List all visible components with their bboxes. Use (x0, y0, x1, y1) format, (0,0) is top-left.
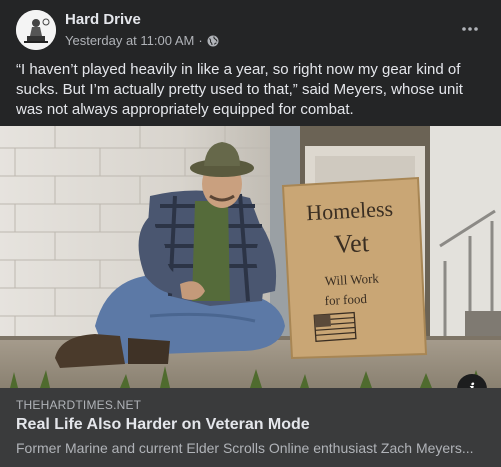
post-timestamp[interactable]: Yesterday at 11:00 AM (65, 33, 194, 48)
link-preview[interactable]: THEHARDTIMES.NET Real Life Also Harder o… (0, 388, 501, 467)
sign-text-vet: Vet (333, 228, 370, 259)
sign-text-for-food: for food (324, 291, 367, 308)
post-header: Hard Drive Yesterday at 11:00 AM · (0, 0, 501, 58)
sign-text-will-work: Will Work (324, 271, 379, 289)
link-headline[interactable]: Real Life Also Harder on Veteran Mode (16, 416, 310, 434)
meta-separator: · (198, 33, 203, 48)
globe-icon[interactable] (207, 35, 219, 47)
page-avatar[interactable] (16, 10, 56, 50)
more-options-icon (462, 27, 478, 31)
veteran-photo: Homeless Vet Will Work for food (0, 126, 501, 388)
link-domain: THEHARDTIMES.NET (16, 398, 142, 412)
page-name[interactable]: Hard Drive (65, 11, 141, 28)
more-options-button[interactable] (455, 14, 485, 44)
post-text: “I haven’t played heavily in like a year… (16, 61, 463, 118)
cardboard-sign: Homeless Vet Will Work for food (281, 176, 428, 360)
post-image[interactable]: Homeless Vet Will Work for food (0, 126, 501, 388)
sign-text-homeless: Homeless (306, 196, 394, 226)
post-meta: Yesterday at 11:00 AM · (65, 33, 219, 48)
link-description: Former Marine and current Elder Scrolls … (16, 440, 474, 456)
hard-drive-logo-icon (16, 10, 56, 50)
